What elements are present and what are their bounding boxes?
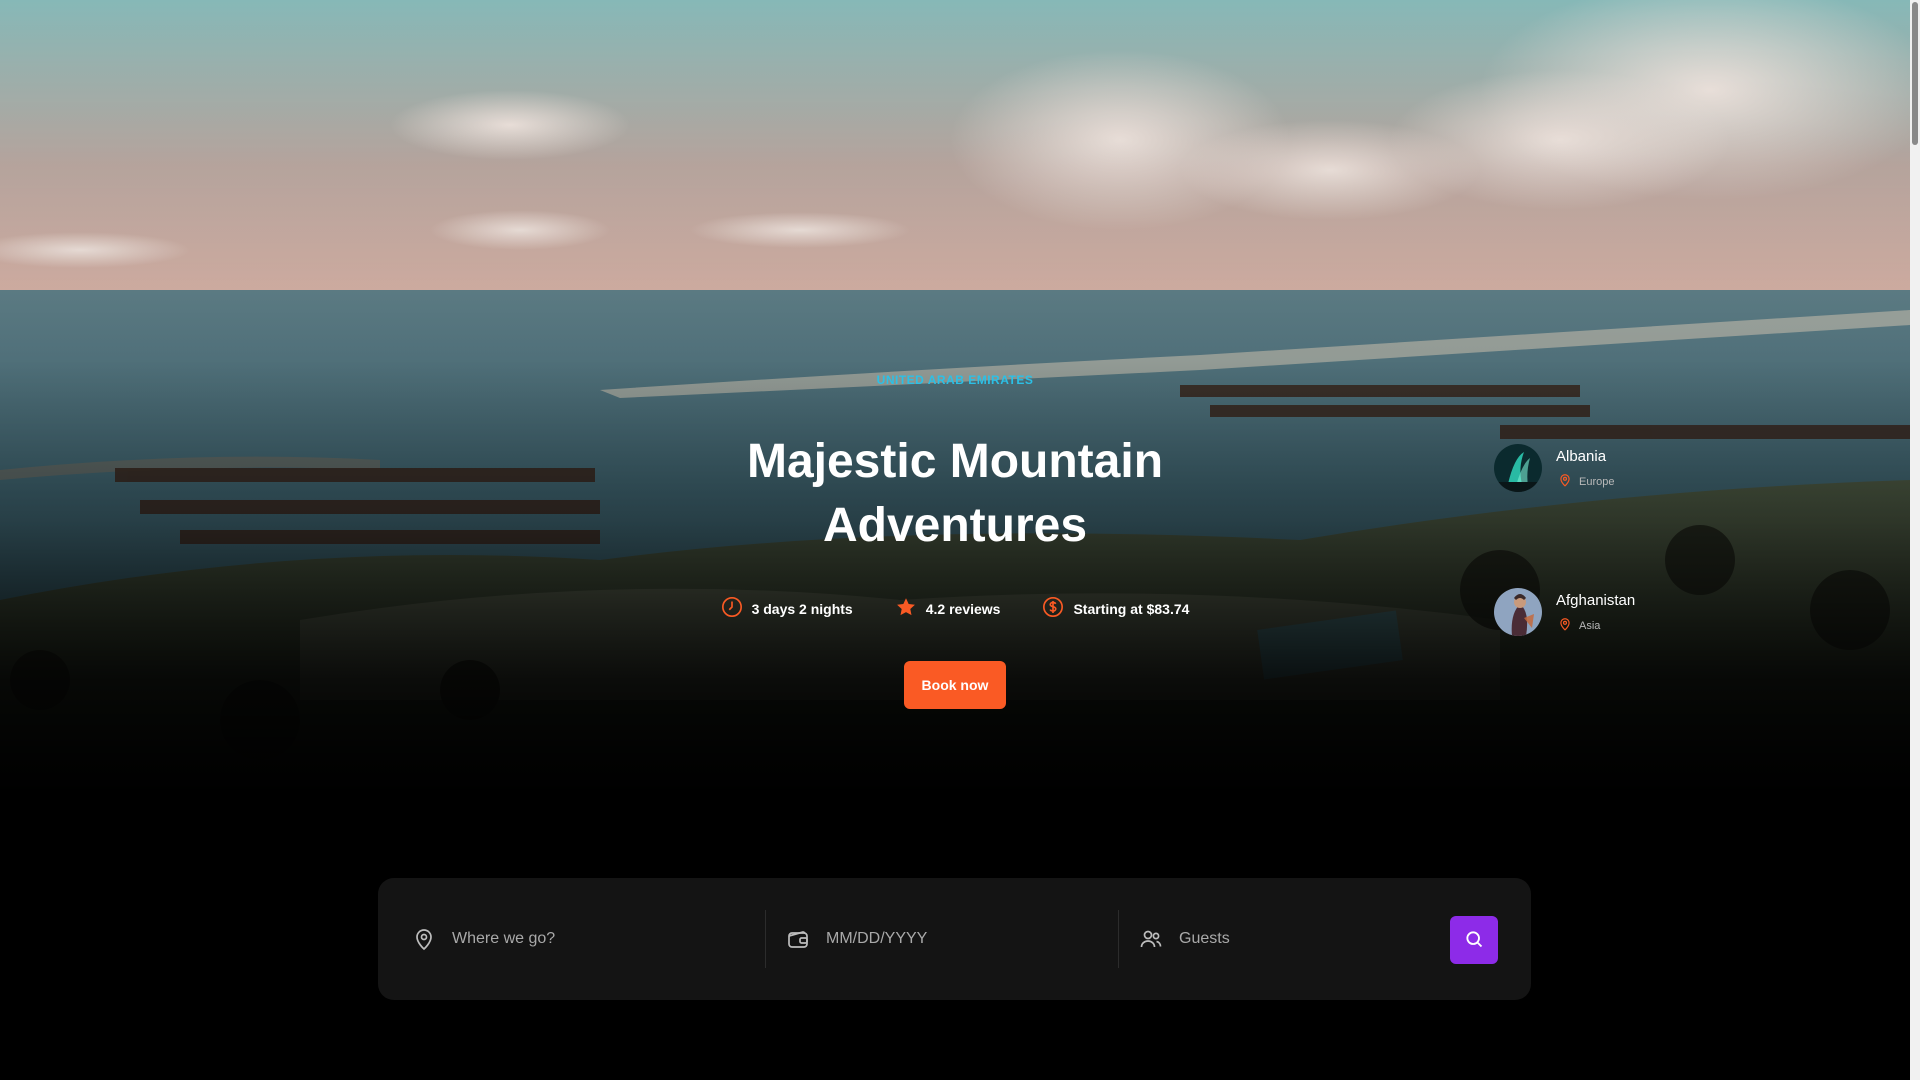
date-field	[765, 910, 1117, 968]
wallet-icon	[786, 927, 810, 951]
avatar	[1494, 444, 1542, 492]
price-item: Starting at $83.74	[1042, 596, 1189, 621]
destination-region-text: Europe	[1579, 475, 1615, 488]
avatar	[1494, 588, 1542, 636]
users-icon	[1139, 927, 1163, 951]
map-pin-icon	[1558, 617, 1572, 634]
map-pin-icon	[1558, 473, 1572, 490]
reviews-item: 4.2 reviews	[895, 596, 1001, 621]
destination-name: Albania	[1556, 448, 1607, 465]
destination-input[interactable]	[452, 930, 672, 948]
dollar-icon	[1042, 596, 1064, 621]
scrollbar-thumb[interactable]	[1912, 2, 1918, 145]
country-label: UNITED ARAB EMIRATES	[876, 373, 1034, 387]
hero-title: Majestic Mountain Adventures	[746, 435, 1164, 552]
star-icon	[895, 596, 917, 621]
search-icon	[1464, 929, 1484, 952]
where-field	[412, 910, 742, 968]
duration-text: 3 days 2 nights	[751, 600, 853, 617]
destination-name: Afghanistan	[1556, 592, 1636, 609]
destination-card-afghanistan[interactable]: Afghanistan Asia	[1494, 588, 1635, 636]
destination-region: Asia	[1558, 617, 1635, 634]
destination-region: Europe	[1558, 473, 1614, 490]
duration-item: 3 days 2 nights	[721, 596, 853, 621]
guests-field	[1118, 910, 1468, 968]
book-now-button[interactable]: Book now	[904, 661, 1006, 709]
map-pin-icon	[412, 927, 436, 951]
page: UNITED ARAB EMIRATES Majestic Mountain A…	[0, 0, 1920, 1080]
clock-icon	[721, 596, 743, 621]
date-input[interactable]	[826, 930, 1046, 948]
search-button[interactable]	[1450, 916, 1498, 964]
price-text: Starting at $83.74	[1073, 600, 1190, 617]
vertical-scrollbar[interactable]	[1910, 0, 1920, 1080]
search-bar	[378, 878, 1531, 1000]
reviews-text: 4.2 reviews	[925, 600, 1001, 617]
guests-input[interactable]	[1179, 930, 1399, 948]
destination-card-albania[interactable]: Albania Europe	[1494, 444, 1614, 492]
destination-region-text: Asia	[1579, 619, 1601, 632]
